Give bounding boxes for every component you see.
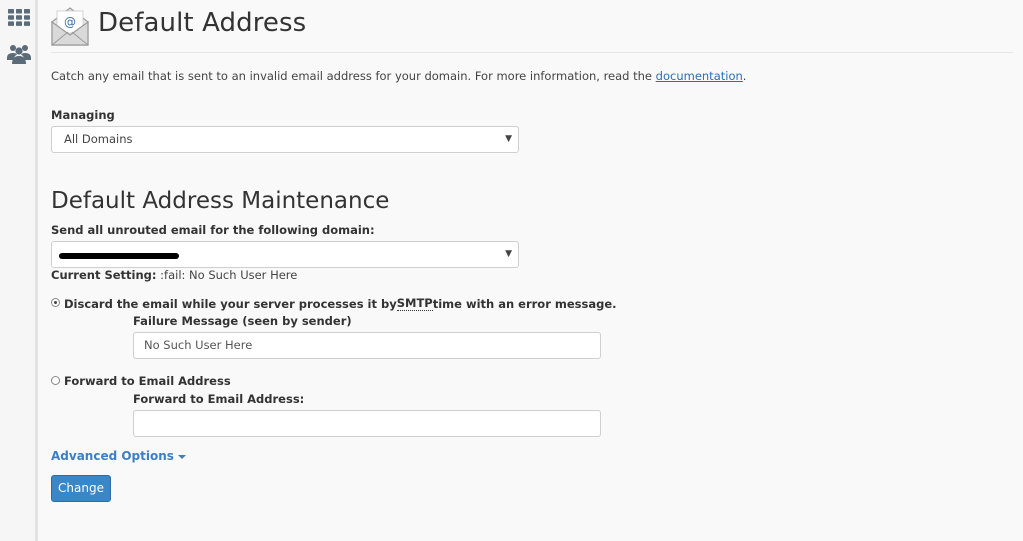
managing-select-value: All Domains [64,132,133,146]
page-title: Default Address [98,8,307,38]
intro-text-end: . [742,69,747,83]
advanced-options-toggle[interactable]: Advanced Options [51,449,186,463]
discard-option[interactable]: Discard the email while your server proc… [51,296,617,311]
intro-text: Catch any email that is sent to an inval… [51,69,746,83]
failure-message-label: Failure Message (seen by sender) [133,314,352,328]
domain-select-label: Send all unrouted email for the followin… [51,223,375,237]
failure-message-input[interactable]: No Such User Here [133,332,601,359]
forward-option[interactable]: Forward to Email Address [51,374,231,388]
forward-email-input[interactable] [133,410,601,437]
current-setting: Current Setting: :fail: No Such User Her… [51,268,297,282]
caret-down-icon: ▼ [505,249,512,259]
email-envelope-icon: @ [51,6,89,46]
failure-message-value: No Such User Here [144,338,253,352]
forward-field-label: Forward to Email Address: [133,392,305,406]
apps-grid-icon[interactable] [6,4,32,30]
forward-radio[interactable] [51,375,60,385]
forward-option-label: Forward to Email Address [64,374,231,388]
discard-radio[interactable] [51,298,60,307]
managing-label: Managing [51,108,115,122]
advanced-options-label: Advanced Options [51,449,174,463]
section-heading: Default Address Maintenance [51,188,390,214]
current-setting-value: :fail: No Such User Here [156,268,298,282]
discard-text-after: time with an error message. [432,296,617,311]
smtp-abbr: SMTP [396,296,433,311]
intro-text-body: Catch any email that is sent to an inval… [51,69,656,83]
discard-text-before: Discard the email while your server proc… [64,296,397,311]
svg-text:@: @ [64,15,76,29]
caret-down-icon: ▼ [505,134,512,144]
users-icon[interactable] [6,41,32,67]
redacted-domain [59,253,179,259]
page-header: @ Default Address [51,6,1013,53]
sidebar [0,0,38,541]
documentation-link[interactable]: documentation [656,69,743,83]
caret-down-icon [177,454,186,459]
domain-select[interactable]: ▼ [51,241,519,268]
change-button[interactable]: Change [51,475,111,502]
current-setting-label: Current Setting: [51,268,157,282]
managing-select[interactable]: All Domains ▼ [51,126,519,153]
